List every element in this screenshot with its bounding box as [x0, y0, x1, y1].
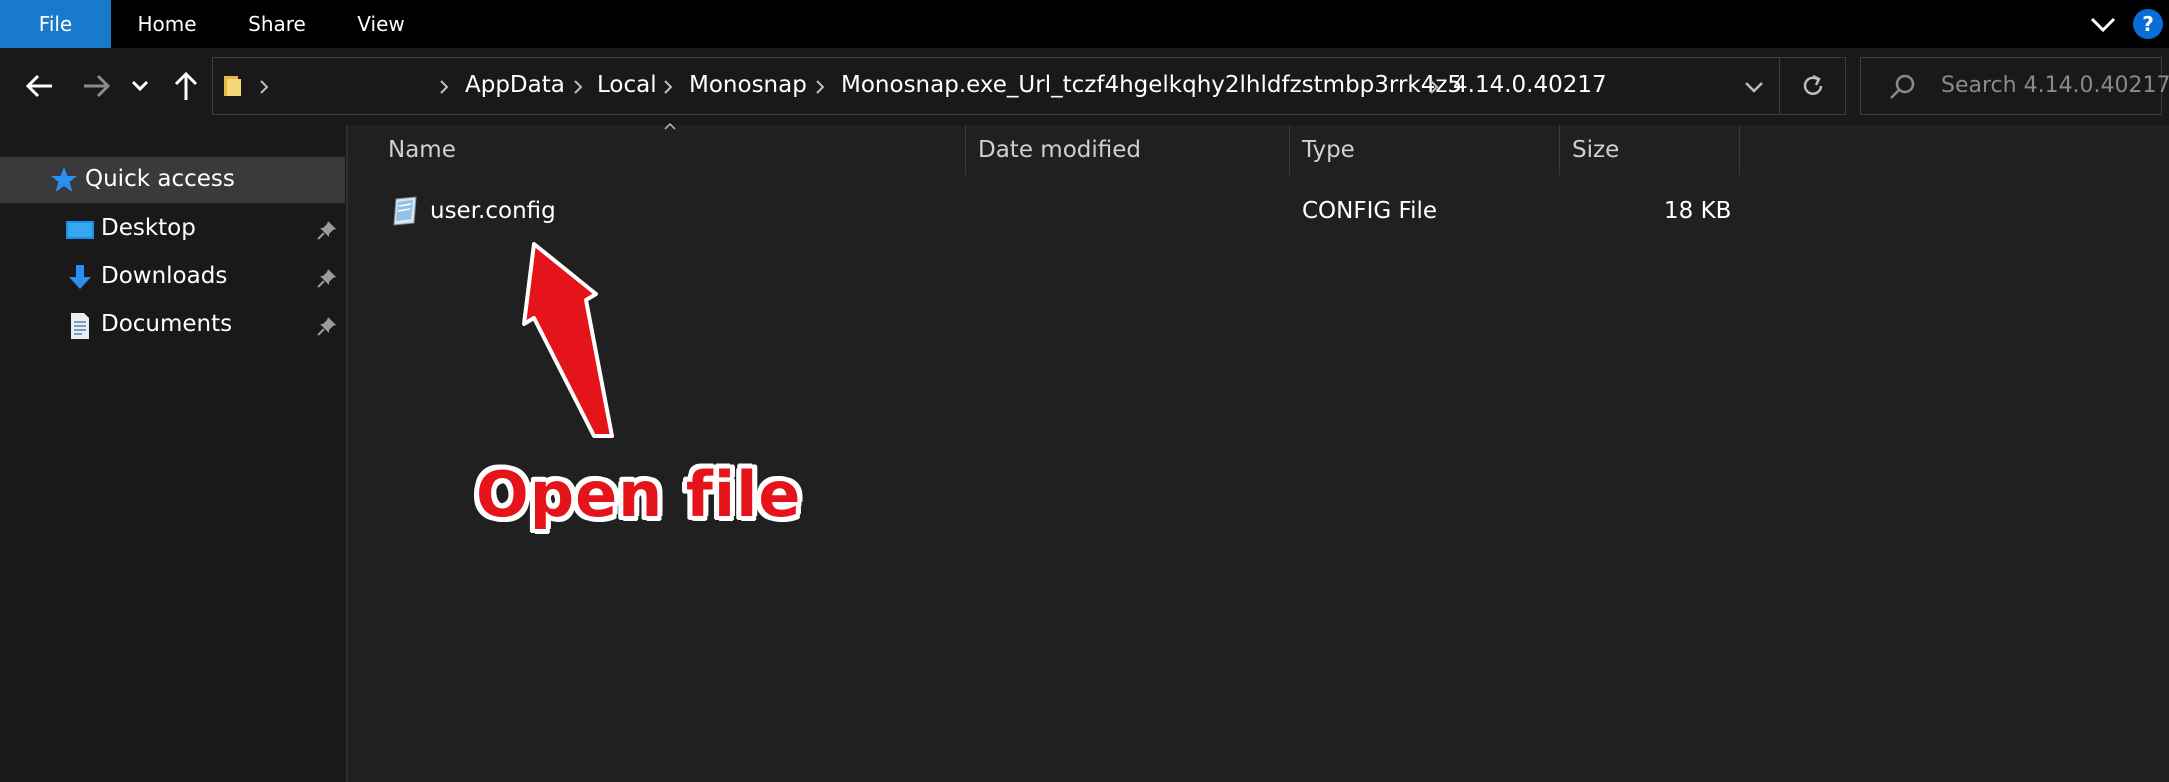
- breadcrumb-separator-icon[interactable]: [257, 77, 271, 97]
- sidebar-item-label: Quick access: [85, 166, 235, 192]
- breadcrumb-version-folder[interactable]: 4.14.0.40217: [1453, 72, 1607, 98]
- breadcrumb-monosnap-url-folder[interactable]: Monosnap.exe_Url_tczf4hgelkqhy2lhldfzstm…: [841, 72, 1462, 98]
- column-header-name[interactable]: Name: [350, 125, 966, 175]
- file-size: 18 KB: [1664, 198, 1732, 224]
- file-name[interactable]: user.config: [430, 198, 556, 224]
- downloads-icon: [69, 265, 91, 289]
- search-input[interactable]: Search 4.14.0.40217: [1941, 73, 2169, 98]
- up-arrow-icon[interactable]: [168, 68, 204, 104]
- search-icon: [1890, 74, 1915, 99]
- recent-locations-chevron-icon[interactable]: [128, 68, 152, 104]
- ribbon-tab-bar: File Home Share View ?: [0, 0, 2169, 48]
- search-box[interactable]: Search 4.14.0.40217: [1860, 57, 2169, 115]
- breadcrumb-separator-icon[interactable]: [661, 77, 675, 97]
- address-dropdown-chevron-icon[interactable]: [1741, 75, 1767, 99]
- config-file-icon: [393, 196, 417, 226]
- breadcrumb-separator-icon[interactable]: [1427, 77, 1441, 97]
- file-list: Name Date modified Type Size user.config…: [350, 122, 2169, 782]
- sidebar-item-quick-access[interactable]: Quick access: [0, 157, 345, 203]
- sidebar-item-label: Desktop: [101, 215, 196, 241]
- column-header-size[interactable]: Size: [1560, 125, 1740, 175]
- column-header-date-modified[interactable]: Date modified: [966, 125, 1290, 175]
- breadcrumb-separator-icon[interactable]: [813, 77, 827, 97]
- folder-icon: [224, 76, 241, 96]
- pin-icon[interactable]: [316, 315, 338, 337]
- pin-icon[interactable]: [316, 219, 338, 241]
- sidebar-item-desktop[interactable]: Desktop: [0, 206, 345, 252]
- navigation-bar: AppData Local Monosnap Monosnap.exe_Url_…: [0, 48, 2169, 125]
- tab-home[interactable]: Home: [111, 0, 223, 48]
- breadcrumb-local[interactable]: Local: [597, 72, 657, 98]
- file-row[interactable]: user.config CONFIG File 18 KB: [350, 189, 1750, 237]
- sidebar-item-label: Documents: [101, 311, 233, 337]
- breadcrumb-monosnap[interactable]: Monosnap: [689, 72, 807, 98]
- breadcrumb-separator-icon[interactable]: [437, 77, 451, 97]
- sidebar-item-label: Downloads: [101, 263, 228, 289]
- address-bar[interactable]: AppData Local Monosnap Monosnap.exe_Url_…: [212, 57, 1846, 115]
- breadcrumb-appdata[interactable]: AppData: [465, 72, 565, 98]
- column-header-type[interactable]: Type: [1290, 125, 1560, 175]
- tab-view[interactable]: View: [331, 0, 431, 48]
- expand-ribbon-chevron-icon[interactable]: [2088, 10, 2118, 38]
- file-type: CONFIG File: [1302, 198, 1438, 224]
- sidebar-item-downloads[interactable]: Downloads: [0, 254, 345, 300]
- annotation-label: Open file: [476, 458, 802, 531]
- refresh-button[interactable]: [1779, 58, 1846, 114]
- documents-icon: [71, 313, 89, 339]
- star-icon: [51, 167, 77, 192]
- refresh-icon: [1803, 74, 1823, 95]
- pin-icon[interactable]: [316, 267, 338, 289]
- help-button[interactable]: ?: [2133, 9, 2163, 39]
- tab-share[interactable]: Share: [223, 0, 331, 48]
- breadcrumb-separator-icon[interactable]: [571, 77, 585, 97]
- sidebar-item-documents[interactable]: Documents: [0, 302, 345, 348]
- navigation-pane: Quick access Desktop Downloads Documents: [0, 125, 348, 782]
- desktop-icon: [66, 221, 94, 239]
- tab-file[interactable]: File: [0, 0, 111, 48]
- forward-arrow-icon[interactable]: [78, 68, 114, 104]
- back-arrow-icon[interactable]: [22, 68, 58, 104]
